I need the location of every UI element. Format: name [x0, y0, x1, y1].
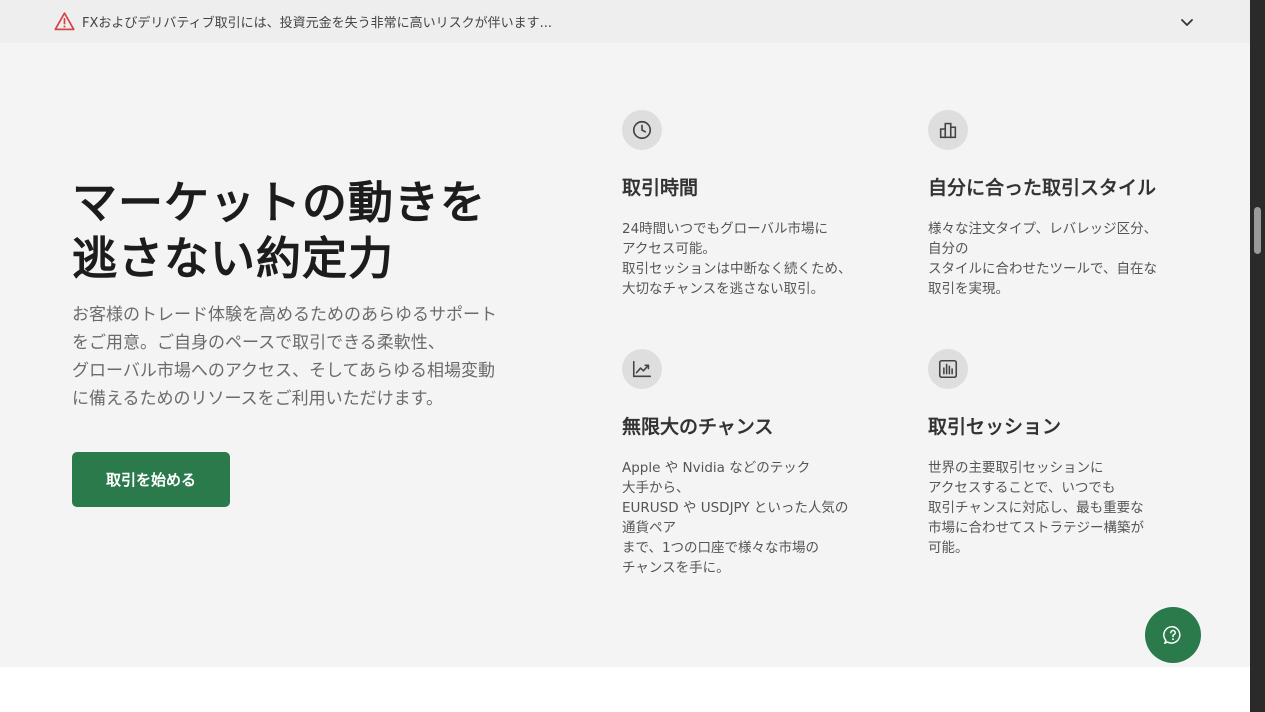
- feature-unlimited-chances: 無限大のチャンス Apple や Nvidia などのテック 大手から、 EUR…: [622, 349, 882, 578]
- feature-description: 24時間いつでもグローバル市場に アクセス可能。 取引セッションは中断なく続くた…: [622, 219, 882, 299]
- feature-icon-circle: [622, 110, 662, 150]
- hero-description: お客様のトレード体験を高めるためのあらゆるサポート をご用意。ご自身のペースで取…: [72, 301, 542, 413]
- feature-description-line: チャンスを手に。: [622, 560, 730, 576]
- hero-title-line: マーケットの動きを: [72, 176, 487, 229]
- hero-description-line: に備えるためのリソースをご利用いただけます。: [72, 389, 443, 409]
- feature-description-line: 取引セッションは中断なく続くため、: [622, 261, 852, 277]
- feature-trading-style: 自分に合った取引スタイル 様々な注文タイプ、レバレッジ区分、 自分の スタイルに…: [928, 110, 1188, 299]
- feature-description-line: アクセスすることで、いつでも: [928, 480, 1116, 496]
- feature-icon-circle: [928, 110, 968, 150]
- feature-description-line: 取引チャンスに対応し、最も重要な: [928, 500, 1144, 516]
- feature-description-line: 通貨ペア: [622, 520, 676, 536]
- feature-trading-hours: 取引時間 24時間いつでもグローバル市場に アクセス可能。 取引セッションは中断…: [622, 110, 882, 299]
- bar-chart-icon: [939, 122, 957, 139]
- feature-description-line: 大切なチャンスを逃さない取引。: [622, 281, 825, 297]
- feature-description-line: まで、1つの口座で様々な市場の: [622, 540, 820, 556]
- feature-trading-sessions: 取引セッション 世界の主要取引セッションに アクセスすることで、いつでも 取引チ…: [928, 349, 1188, 558]
- feature-description-line: Apple や Nvidia などのテック: [622, 460, 811, 476]
- feature-description-line: 24時間いつでもグローバル市場に: [622, 221, 829, 237]
- hero-description-line: をご用意。ご自身のペースで取引できる柔軟性、: [72, 333, 445, 353]
- hero-description-line: グローバル市場へのアクセス、そしてあらゆる相場変動: [72, 361, 495, 381]
- help-chat-button[interactable]: [1145, 607, 1201, 663]
- feature-title: 無限大のチャンス: [622, 416, 774, 438]
- hero-title: マーケットの動きを 逃さない約定力: [72, 175, 552, 287]
- warning-triangle-icon: [54, 12, 75, 31]
- feature-description-line: 自分の: [928, 241, 969, 257]
- feature-icon-circle: [928, 349, 968, 389]
- hero-section: マーケットの動きを 逃さない約定力 お客様のトレード体験を高めるためのあらゆるサ…: [0, 43, 1250, 667]
- feature-description-line: アクセス可能。: [622, 241, 716, 257]
- feature-description-line: EURUSD や USDJPY といった人気の: [622, 500, 849, 516]
- chevron-down-icon[interactable]: [1178, 13, 1196, 31]
- hero-description-line: お客様のトレード体験を高めるためのあらゆるサポート: [72, 305, 497, 325]
- feature-description-line: 取引を実現。: [928, 281, 1009, 297]
- scrollbar-track[interactable]: [1250, 0, 1265, 712]
- feature-description-line: 様々な注文タイプ、レバレッジ区分、: [928, 221, 1158, 237]
- clock-icon: [632, 120, 652, 140]
- feature-title: 自分に合った取引スタイル: [928, 177, 1157, 199]
- risk-warning-banner[interactable]: FXおよびデリバティブ取引には、投資元金を失う非常に高いリスクが伴います...: [0, 0, 1250, 43]
- hero-title-line: 逃さない約定力: [72, 232, 395, 285]
- risk-warning-text: FXおよびデリバティブ取引には、投資元金を失う非常に高いリスクが伴います...: [82, 16, 553, 31]
- feature-description: 様々な注文タイプ、レバレッジ区分、 自分の スタイルに合わせたツールで、自在な …: [928, 219, 1188, 299]
- feature-icon-circle: [622, 349, 662, 389]
- scrollbar-thumb[interactable]: [1254, 207, 1261, 254]
- feature-description-line: 可能。: [928, 540, 969, 556]
- feature-title: 取引セッション: [928, 416, 1062, 438]
- feature-description-line: 世界の主要取引セッションに: [928, 460, 1104, 476]
- trend-up-icon: [632, 360, 652, 378]
- column-chart-icon: [938, 359, 958, 379]
- feature-description: Apple や Nvidia などのテック 大手から、 EURUSD や USD…: [622, 458, 882, 578]
- help-chat-icon: [1163, 626, 1181, 644]
- feature-description-line: 大手から、: [622, 480, 690, 496]
- start-trading-button[interactable]: 取引を始める: [72, 452, 230, 507]
- feature-description-line: 市場に合わせてストラテジー構築が: [928, 520, 1144, 536]
- feature-title: 取引時間: [622, 177, 699, 199]
- feature-description: 世界の主要取引セッションに アクセスすることで、いつでも 取引チャンスに対応し、…: [928, 458, 1188, 558]
- feature-description-line: スタイルに合わせたツールで、自在な: [928, 261, 1157, 277]
